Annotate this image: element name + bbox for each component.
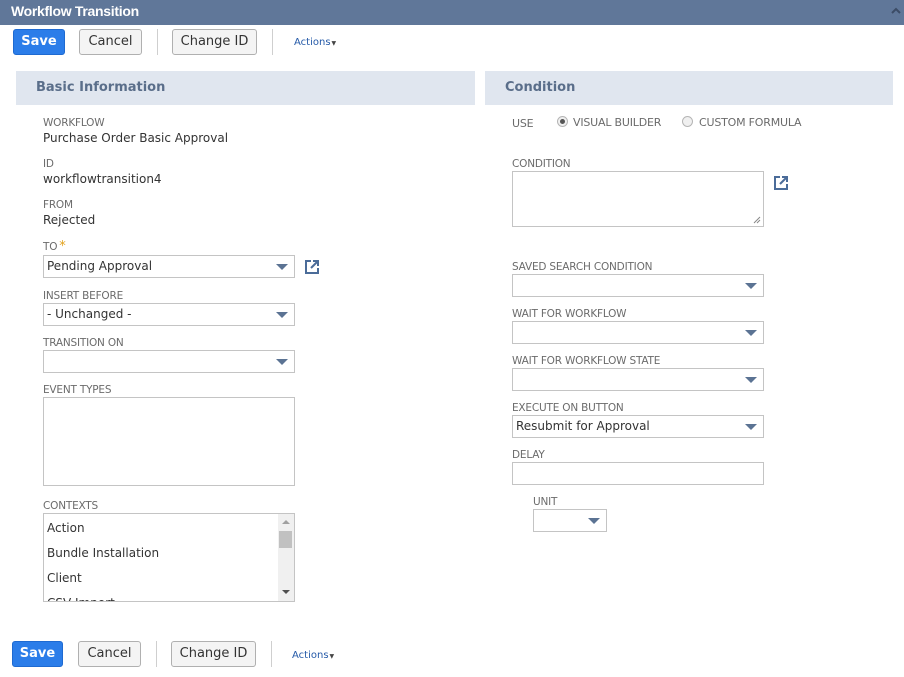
top-toolbar: Save Cancel Change ID Actions▼ <box>0 29 904 59</box>
workflow-label: WORKFLOW <box>43 117 105 129</box>
contexts-option[interactable]: Client <box>47 571 82 585</box>
open-popup-icon[interactable] <box>304 259 320 275</box>
cancel-button[interactable]: Cancel <box>78 641 141 667</box>
open-popup-icon[interactable] <box>773 175 789 191</box>
wait-for-workflow-state-label: WAIT FOR WORKFLOW STATE <box>512 355 661 367</box>
visual-builder-radio[interactable] <box>557 116 568 127</box>
contexts-label: CONTEXTS <box>43 500 98 512</box>
delay-input[interactable] <box>512 462 764 485</box>
unit-label: UNIT <box>533 496 558 508</box>
save-button[interactable]: Save <box>13 29 65 55</box>
insert-before-label: INSERT BEFORE <box>43 290 124 302</box>
dropdown-arrow-icon: ▼ <box>329 653 335 660</box>
dropdown-caret-icon <box>276 264 288 270</box>
dropdown-caret-icon <box>276 359 288 365</box>
from-value: Rejected <box>43 213 96 227</box>
saved-search-condition-label: SAVED SEARCH CONDITION <box>512 261 653 273</box>
required-marker: * <box>59 239 66 254</box>
section-header-basic-information: Basic Information <box>16 71 475 105</box>
workflow-value: Purchase Order Basic Approval <box>43 131 229 145</box>
contexts-option[interactable]: Bundle Installation <box>47 546 159 560</box>
id-value: workflowtransition4 <box>43 172 162 186</box>
contexts-scrollbar[interactable] <box>278 514 294 601</box>
visual-builder-label[interactable]: VISUAL BUILDER <box>573 116 661 129</box>
custom-formula-radio[interactable] <box>682 116 693 127</box>
resize-grip-icon[interactable] <box>753 216 761 224</box>
custom-formula-label[interactable]: CUSTOM FORMULA <box>699 116 802 129</box>
scroll-down-arrow-icon[interactable] <box>282 590 290 594</box>
contexts-multiselect[interactable]: Action Bundle Installation Client CSV Im… <box>43 513 295 602</box>
insert-before-select[interactable]: - Unchanged - <box>43 303 295 326</box>
delay-label: DELAY <box>512 449 545 461</box>
unit-select[interactable] <box>533 509 607 532</box>
dropdown-arrow-icon: ▼ <box>331 40 337 47</box>
change-id-button[interactable]: Change ID <box>171 641 256 667</box>
wait-for-workflow-label: WAIT FOR WORKFLOW <box>512 308 627 320</box>
id-label: ID <box>43 158 54 170</box>
bottom-toolbar: Save Cancel Change ID Actions▼ <box>0 641 904 671</box>
dropdown-caret-icon <box>745 424 757 430</box>
toolbar-divider <box>271 641 272 667</box>
toolbar-divider <box>272 29 273 55</box>
dropdown-caret-icon <box>745 283 757 289</box>
execute-on-button-value: Resubmit for Approval <box>516 419 650 433</box>
change-id-button[interactable]: Change ID <box>172 29 257 55</box>
condition-label: CONDITION <box>512 158 571 170</box>
to-label-text: TO <box>43 241 58 253</box>
condition-textarea[interactable] <box>512 171 764 227</box>
transition-on-label: TRANSITION ON <box>43 337 124 349</box>
wait-for-workflow-state-select[interactable] <box>512 368 764 391</box>
scroll-up-arrow-icon[interactable] <box>282 520 290 524</box>
actions-menu[interactable]: Actions▼ <box>292 650 334 661</box>
event-types-multiselect[interactable] <box>43 397 295 486</box>
contexts-option[interactable]: CSV Import <box>47 596 115 601</box>
event-types-label: EVENT TYPES <box>43 384 112 396</box>
window-titlebar: Workflow Transition <box>0 0 904 25</box>
page-title: Workflow Transition <box>11 3 139 19</box>
scroll-thumb[interactable] <box>279 531 292 548</box>
saved-search-condition-select[interactable] <box>512 274 764 297</box>
cancel-button[interactable]: Cancel <box>79 29 142 55</box>
dropdown-caret-icon <box>745 330 757 336</box>
wait-for-workflow-select[interactable] <box>512 321 764 344</box>
insert-before-value: - Unchanged - <box>47 307 132 321</box>
actions-label: Actions <box>292 650 329 661</box>
from-label: FROM <box>43 199 73 211</box>
actions-menu[interactable]: Actions▼ <box>294 37 336 48</box>
use-label: USE <box>512 117 534 130</box>
save-button[interactable]: Save <box>12 641 63 667</box>
actions-label: Actions <box>294 37 331 48</box>
toolbar-divider <box>157 29 158 55</box>
execute-on-button-select[interactable]: Resubmit for Approval <box>512 415 764 438</box>
dropdown-caret-icon <box>588 518 600 524</box>
to-select-value: Pending Approval <box>47 259 153 273</box>
dropdown-caret-icon <box>745 377 757 383</box>
execute-on-button-label: EXECUTE ON BUTTON <box>512 402 624 414</box>
to-select[interactable]: Pending Approval <box>43 255 295 278</box>
section-header-condition: Condition <box>485 71 893 105</box>
toolbar-divider <box>156 641 157 667</box>
contexts-option[interactable]: Action <box>47 521 85 535</box>
transition-on-select[interactable] <box>43 350 295 373</box>
to-label: TO * <box>43 239 66 254</box>
chevron-up-icon[interactable] <box>891 6 901 16</box>
dropdown-caret-icon <box>276 312 288 318</box>
